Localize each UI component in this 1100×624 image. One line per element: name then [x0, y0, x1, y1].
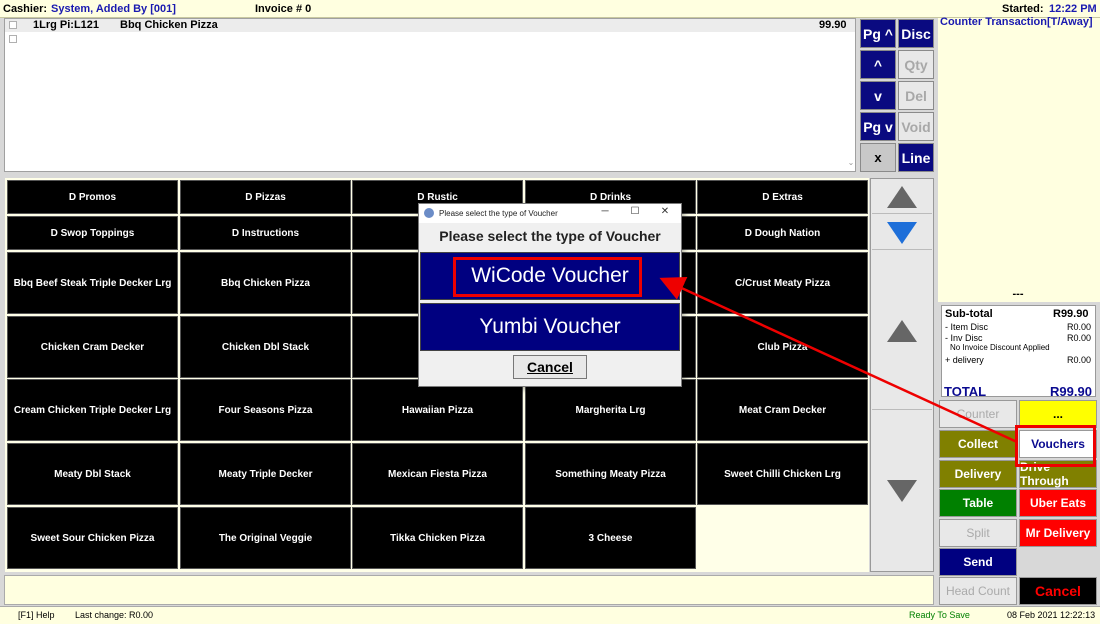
- annotation-arrow: [659, 276, 1018, 444]
